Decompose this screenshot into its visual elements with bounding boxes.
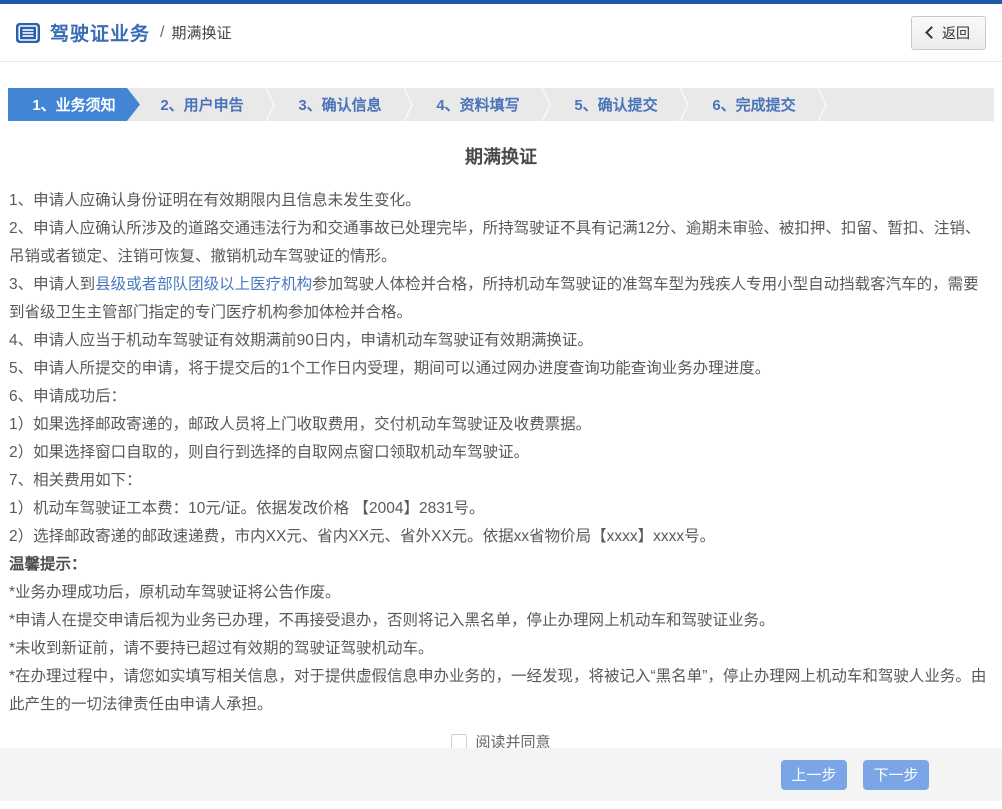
notice-text: 7、相关费用如下： — [9, 472, 142, 489]
list-icon — [16, 22, 40, 43]
page: 驾驶证业务 / 期满换证 返回 1、业务须知 2、用户申告 3、确认信息 4、资料填写… — [0, 0, 1002, 809]
notice-text: 温馨提示： — [9, 556, 87, 573]
header: 驾驶证业务 / 期满换证 返回 — [0, 4, 1002, 62]
notice-line: 1）如果选择邮政寄递的，邮政人员将上门收取费用，交付机动车驾驶证及收费票据。 — [9, 411, 993, 439]
notice-line: 4、申请人应当于机动车驾驶证有效期满前90日内，申请机动车驾驶证有效期满换证。 — [9, 327, 993, 355]
notice-line: *申请人在提交申请后视为业务已办理，不再接受退办，否则将记入黑名单，停止办理网上… — [9, 607, 993, 635]
step-5[interactable]: 5、确认提交 — [554, 88, 678, 121]
notice-line: 7、相关费用如下： — [9, 467, 993, 495]
notice-line: 2、申请人应确认所涉及的道路交通违法行为和交通事故已处理完毕，所持驾驶证不具有记… — [9, 215, 993, 271]
bottom-margin — [0, 801, 1002, 809]
agree-label[interactable]: 阅读并同意 — [475, 731, 550, 748]
notice-text: 2）选择邮政寄递的邮政速递费，市内XX元、省内XX元、省外XX元。依据xx省物价… — [9, 528, 716, 545]
step-3[interactable]: 3、确认信息 — [278, 88, 402, 121]
notice-line: 2）选择邮政寄递的邮政速递费，市内XX元、省内XX元、省外XX元。依据xx省物价… — [9, 523, 993, 551]
previous-step-button[interactable]: 上一步 — [781, 759, 847, 790]
notice-line: 3、申请人到县级或者部队团级以上医疗机构参加驾驶人体检并合格，所持机动车驾驶证的… — [9, 271, 993, 327]
notice-line: 5、申请人所提交的申请，将于提交后的1个工作日内受理，期间可以通过网办进度查询功… — [9, 355, 993, 383]
step-separator-chevron — [264, 88, 278, 121]
back-button[interactable]: 返回 — [911, 15, 986, 50]
back-button-label: 返回 — [942, 24, 970, 41]
step-1[interactable]: 1、业务须知 — [8, 88, 140, 121]
notice-line: 6、申请成功后： — [9, 383, 993, 411]
main-content: 期满换证 1、申请人应确认身份证明在有效期限内且信息未发生变化。 2、申请人应确认… — [0, 121, 1002, 748]
step-separator-chevron — [678, 88, 692, 121]
notice-text: 6、申请成功后： — [9, 388, 127, 405]
notice-line: *在办理过程中，请您如实填写相关信息，对于提供虚假信息申办业务的，一经发现，将被… — [9, 663, 993, 719]
chevron-left-icon — [925, 26, 938, 39]
notice-text: *未收到新证前，请不要持已超过有效期的驾驶证驾驶机动车。 — [9, 640, 434, 657]
medical-institution-link[interactable]: 县级或者部队团级以上医疗机构 — [95, 276, 312, 293]
notice-text: 3、申请人到 — [9, 276, 96, 293]
step-separator-chevron — [402, 88, 416, 121]
notice-line: 2）如果选择窗口自取的，则自行到选择的自取网点窗口领取机动车驾驶证。 — [9, 439, 993, 467]
notice-line: 1、申请人应确认身份证明在有效期限内且信息未发生变化。 — [9, 187, 993, 215]
step-separator-chevron — [540, 88, 554, 121]
page-title: 期满换证 — [465, 147, 537, 167]
notice-line: *未收到新证前，请不要持已超过有效期的驾驶证驾驶机动车。 — [9, 635, 993, 663]
notice-text: 4、申请人应当于机动车驾驶证有效期满前90日内，申请机动车驾驶证有效期满换证。 — [9, 332, 593, 349]
step-2[interactable]: 2、用户申告 — [140, 88, 264, 121]
notice-line: *业务办理成功后，原机动车驾驶证将公告作废。 — [9, 579, 993, 607]
footer-action-bar: 上一步 下一步 — [0, 748, 1002, 801]
notice-text: *申请人在提交申请后视为业务已办理，不再接受退办，否则将记入黑名单，停止办理网上… — [9, 612, 775, 629]
agree-checkbox[interactable] — [451, 733, 468, 748]
notice-text: 1）如果选择邮政寄递的，邮政人员将上门收取费用，交付机动车驾驶证及收费票据。 — [9, 416, 592, 433]
step-4[interactable]: 4、资料填写 — [416, 88, 540, 121]
step-bar-filler — [830, 88, 994, 121]
notice-text: *业务办理成功后，原机动车驾驶证将公告作废。 — [9, 584, 341, 601]
next-step-button[interactable]: 下一步 — [863, 759, 929, 790]
notice-text: 5、申请人所提交的申请，将于提交后的1个工作日内受理，期间可以通过网办进度查询功… — [9, 360, 771, 377]
notice-text: *在办理过程中，请您如实填写相关信息，对于提供虚假信息申办业务的，一经发现，将被… — [9, 668, 987, 713]
notice-text: 1）机动车驾驶证工本费：10元/证。依据发改价格 【2004】2831号。 — [9, 500, 485, 517]
breadcrumb-page-name: 期满换证 — [171, 25, 232, 42]
notice-line: 温馨提示： — [9, 551, 993, 579]
breadcrumb-separator: / — [160, 23, 165, 41]
notice-text: 2、申请人应确认所涉及的道路交通违法行为和交通事故已处理完毕，所持驾驶证不具有记… — [9, 220, 981, 265]
step-separator-chevron — [816, 88, 830, 121]
step-6[interactable]: 6、完成提交 — [692, 88, 816, 121]
step-bar: 1、业务须知 2、用户申告 3、确认信息 4、资料填写 5、确认提交 6、完成提交 — [8, 88, 994, 121]
notice-text: 1、申请人应确认身份证明在有效期限内且信息未发生变化。 — [9, 192, 421, 209]
notice-body: 1、申请人应确认身份证明在有效期限内且信息未发生变化。 2、申请人应确认所涉及的道… — [9, 187, 993, 719]
agree-row: 阅读并同意 — [9, 731, 993, 748]
notice-text: 2）如果选择窗口自取的，则自行到选择的自取网点窗口领取机动车驾驶证。 — [9, 444, 530, 461]
notice-line: 1）机动车驾驶证工本费：10元/证。依据发改价格 【2004】2831号。 — [9, 495, 993, 523]
section-title: 驾驶证业务 — [50, 24, 151, 45]
